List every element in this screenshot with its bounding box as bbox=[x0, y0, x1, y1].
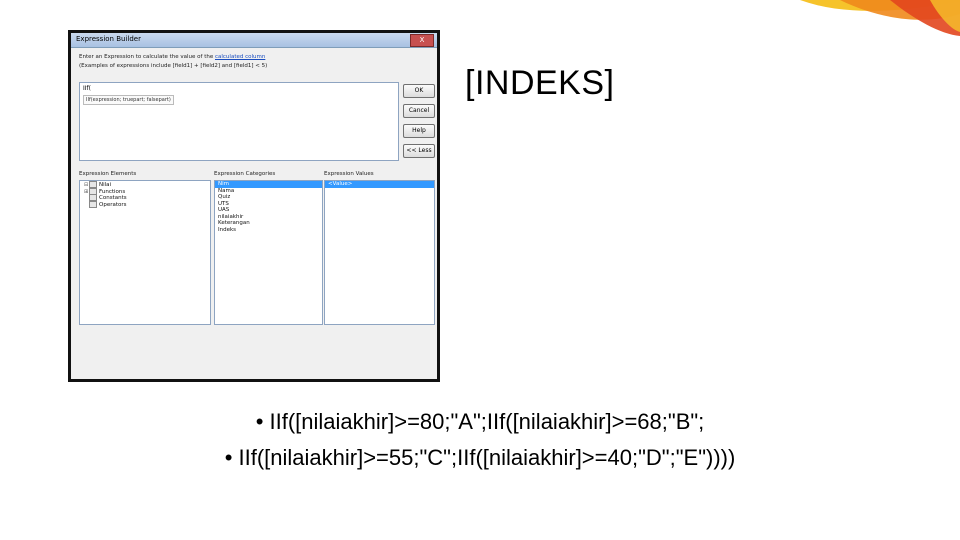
instruction-text: Enter an Expression to calculate the val… bbox=[79, 53, 267, 71]
expression-builder-screenshot: Expression Builder X Enter an Expression… bbox=[68, 30, 440, 382]
help-button[interactable]: Help bbox=[403, 124, 435, 138]
categories-label: Expression Categories bbox=[214, 171, 276, 177]
values-label: Expression Values bbox=[324, 171, 374, 177]
expression-categories-list[interactable]: Nim Nama Quiz UTS UAS nilaiakhir Keteran… bbox=[214, 180, 323, 325]
expression-builder-dialog: Expression Builder X Enter an Expression… bbox=[71, 33, 437, 379]
value-item[interactable]: <Value> bbox=[325, 181, 434, 188]
instruction-prefix: Enter an Expression to calculate the val… bbox=[79, 54, 215, 60]
dialog-titlebar: Expression Builder X bbox=[71, 33, 437, 48]
expression-input[interactable]: IIf( IIf(expression; truepart; falsepart… bbox=[79, 82, 399, 161]
cancel-button[interactable]: Cancel bbox=[403, 104, 435, 118]
slide-heading: [INDEKS] bbox=[465, 64, 615, 102]
expression-values-list[interactable]: <Value> bbox=[324, 180, 435, 325]
bullet-item: • IIf([nilaiakhir]>=80;"A";IIf([nilaiakh… bbox=[255, 409, 705, 434]
bullet-list: • IIf([nilaiakhir]>=80;"A";IIf([nilaiakh… bbox=[0, 404, 960, 476]
expression-text: IIf( bbox=[83, 85, 91, 92]
less-button[interactable]: << Less bbox=[403, 144, 435, 158]
close-button[interactable]: X bbox=[410, 34, 434, 47]
ok-button[interactable]: OK bbox=[403, 84, 435, 98]
bullet-item: • IIf([nilaiakhir]>=55;"C";IIf([nilaiakh… bbox=[224, 445, 736, 470]
dialog-title: Expression Builder bbox=[76, 35, 141, 43]
category-item[interactable]: Indeks bbox=[215, 227, 322, 234]
syntax-tooltip: IIf(expression; truepart; falsepart) bbox=[83, 95, 174, 105]
calculated-column-link[interactable]: calculated column bbox=[215, 54, 265, 60]
elements-label: Expression Elements bbox=[79, 171, 137, 177]
decorative-corner-swoosh bbox=[780, 0, 960, 60]
operator-icon bbox=[89, 200, 97, 208]
expression-elements-list[interactable]: ⊟ Nilai ⊞ Functions Constants Operators bbox=[79, 180, 211, 325]
instruction-examples: (Examples of expressions include [field1… bbox=[79, 63, 268, 69]
tree-item-operators[interactable]: Operators bbox=[80, 200, 210, 208]
